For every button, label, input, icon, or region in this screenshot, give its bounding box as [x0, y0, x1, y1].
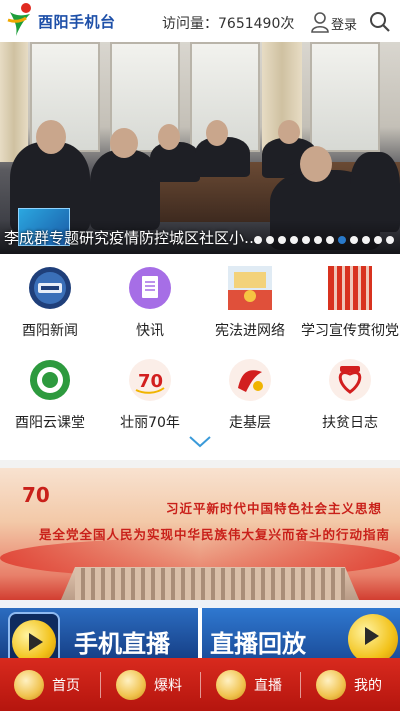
logo-icon [7, 3, 31, 36]
carousel-dot[interactable] [362, 236, 370, 244]
tab-profile[interactable]: 我的 [316, 658, 382, 711]
banner-person-head [300, 146, 332, 182]
tab-label: 我的 [354, 677, 382, 694]
banner-curtain [0, 42, 28, 162]
banner-window [310, 42, 380, 152]
play-icon [12, 620, 56, 660]
carousel-dot[interactable] [266, 236, 274, 244]
grid-item-70-years[interactable]: 70 壮丽70年 [100, 354, 200, 440]
70-anniversary-icon: 70 [22, 483, 50, 507]
section-divider [0, 460, 400, 468]
svg-text:70: 70 [138, 371, 163, 392]
promo-banner[interactable]: 70 习近平新时代中国特色社会主义思想 是全党全国人民为实现中华民族伟大复兴而奋… [0, 468, 400, 602]
tab-live[interactable]: 直播 [216, 658, 282, 711]
banner-person [150, 142, 200, 182]
grid-item-constitution[interactable]: 宪法进网络 [200, 262, 300, 348]
section-divider [0, 600, 400, 608]
study-icon [328, 266, 372, 310]
banner-person-head [110, 128, 138, 158]
mobile-live-button[interactable]: 手机直播 [0, 608, 198, 660]
svg-text:70: 70 [22, 483, 50, 507]
grid-item-grassroots[interactable]: 走基层 [200, 354, 300, 440]
user-icon[interactable] [310, 11, 330, 33]
grid-item-label: 酉阳云课堂 [15, 415, 85, 431]
banner-person-head [278, 120, 300, 144]
grid-item-label: 宪法进网络 [215, 323, 285, 339]
tab-divider [200, 672, 201, 698]
grid-item-label: 走基层 [229, 415, 271, 431]
carousel-indicator[interactable] [254, 236, 394, 244]
grid-item-label: 学习宣传贯彻党 [301, 323, 399, 339]
banner-person-head [36, 120, 66, 154]
grid-item-label: 酉阳新闻 [22, 323, 78, 339]
bottom-tab-bar: 首页 爆料 直播 我的 [0, 658, 400, 711]
tip-off-icon [116, 669, 146, 700]
banner-carousel[interactable]: 李成群专题研究疫情防控城区社区小… [0, 42, 400, 254]
carousel-dot[interactable] [326, 236, 334, 244]
grid-item-study[interactable]: 学习宣传贯彻党 [300, 262, 400, 348]
home-knot-icon [14, 669, 44, 700]
carousel-dot[interactable] [338, 236, 346, 244]
promo-subheadline: 是全党全国人民为实现中华民族伟大复兴而奋斗的行动指南 [38, 527, 390, 542]
poverty-alleviation-icon [329, 359, 371, 401]
grid-item-cloud-classroom[interactable]: 酉阳云课堂 [0, 354, 100, 440]
mobile-live-label: 手机直播 [74, 630, 170, 658]
tab-label: 首页 [52, 677, 80, 694]
banner-person-head [206, 120, 228, 146]
visit-counter: 访问量：7651490次 [162, 16, 295, 32]
youyang-news-icon [29, 267, 71, 309]
promo-headline: 习近平新时代中国特色社会主义思想 [165, 501, 382, 516]
banner-person-head [158, 124, 180, 150]
carousel-dot[interactable] [350, 236, 358, 244]
chevron-down-icon[interactable] [188, 435, 212, 449]
carousel-dot[interactable] [254, 236, 262, 244]
document-icon [129, 267, 171, 309]
top-header: 酉阳手机台 访问量：7651490次 登录 [0, 0, 400, 42]
carousel-dot[interactable] [290, 236, 298, 244]
tab-label: 直播 [254, 677, 282, 694]
carousel-dot[interactable] [314, 236, 322, 244]
profile-icon [316, 669, 346, 700]
carousel-dot[interactable] [374, 236, 382, 244]
login-button[interactable]: 登录 [331, 14, 357, 33]
promo-hall-columns [75, 568, 345, 602]
search-icon[interactable] [369, 11, 391, 33]
grassroots-icon [229, 359, 271, 401]
grid-item-label: 壮丽70年 [120, 415, 180, 431]
play-icon [348, 614, 398, 660]
carousel-dot[interactable] [302, 236, 310, 244]
live-icon [216, 669, 246, 700]
carousel-dot[interactable] [278, 236, 286, 244]
app-page: 酉阳手机台 访问量：7651490次 登录 李成群专题研究疫情防控城区社区小… … [0, 0, 400, 711]
carousel-dot[interactable] [386, 236, 394, 244]
banner-caption[interactable]: 李成群专题研究疫情防控城区社区小… [4, 227, 259, 248]
tab-tip-off[interactable]: 爆料 [116, 658, 182, 711]
constitution-icon [228, 266, 272, 310]
grid-item-label: 快讯 [136, 323, 164, 339]
live-replay-button[interactable]: 直播回放 [202, 608, 400, 660]
tab-divider [100, 672, 101, 698]
grid-item-flash[interactable]: 快讯 [100, 262, 200, 348]
grid-item-youyang-news[interactable]: 酉阳新闻 [0, 262, 100, 348]
grid-item-poverty-diary[interactable]: 扶贫日志 [300, 354, 400, 440]
tab-home[interactable]: 首页 [14, 658, 80, 711]
tab-divider [300, 672, 301, 698]
grid-item-label: 扶贫日志 [322, 415, 378, 431]
70-years-icon: 70 [129, 359, 171, 401]
live-replay-label: 直播回放 [210, 630, 306, 658]
cloud-classroom-icon [28, 358, 72, 402]
app-title: 酉阳手机台 [38, 13, 116, 31]
tab-label: 爆料 [154, 677, 182, 694]
